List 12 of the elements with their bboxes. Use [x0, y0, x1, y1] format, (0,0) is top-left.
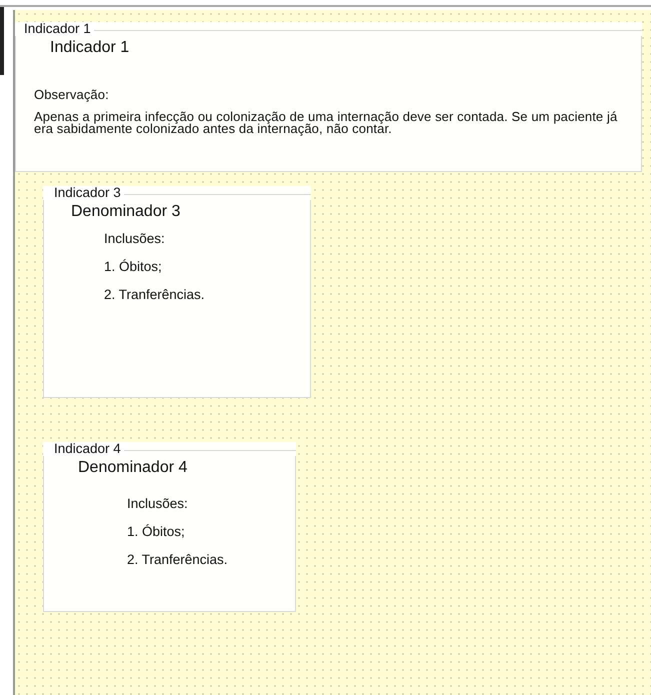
list-text: Inclusões:	[127, 496, 189, 511]
note-text: Observação:	[34, 87, 110, 102]
list-text: 1. Óbitos;	[104, 259, 163, 274]
group-heading: Indicador 1	[50, 39, 130, 57]
window-edge	[0, 7, 4, 75]
list-text: 2. Tranferências.	[104, 287, 206, 302]
group-heading: Denominador 3	[71, 203, 182, 221]
list-text: 2. Tranferências.	[127, 552, 229, 567]
list-text: Inclusões:	[104, 231, 166, 246]
list-text: 1. Óbitos;	[127, 524, 186, 539]
group-heading: Denominador 4	[78, 459, 188, 477]
note-text: Apenas a primeira infecção ou colonização de uma internação deve ser contada. Se um paciente já era sabidamente colonizado antes da internação, não contar.	[34, 111, 618, 135]
